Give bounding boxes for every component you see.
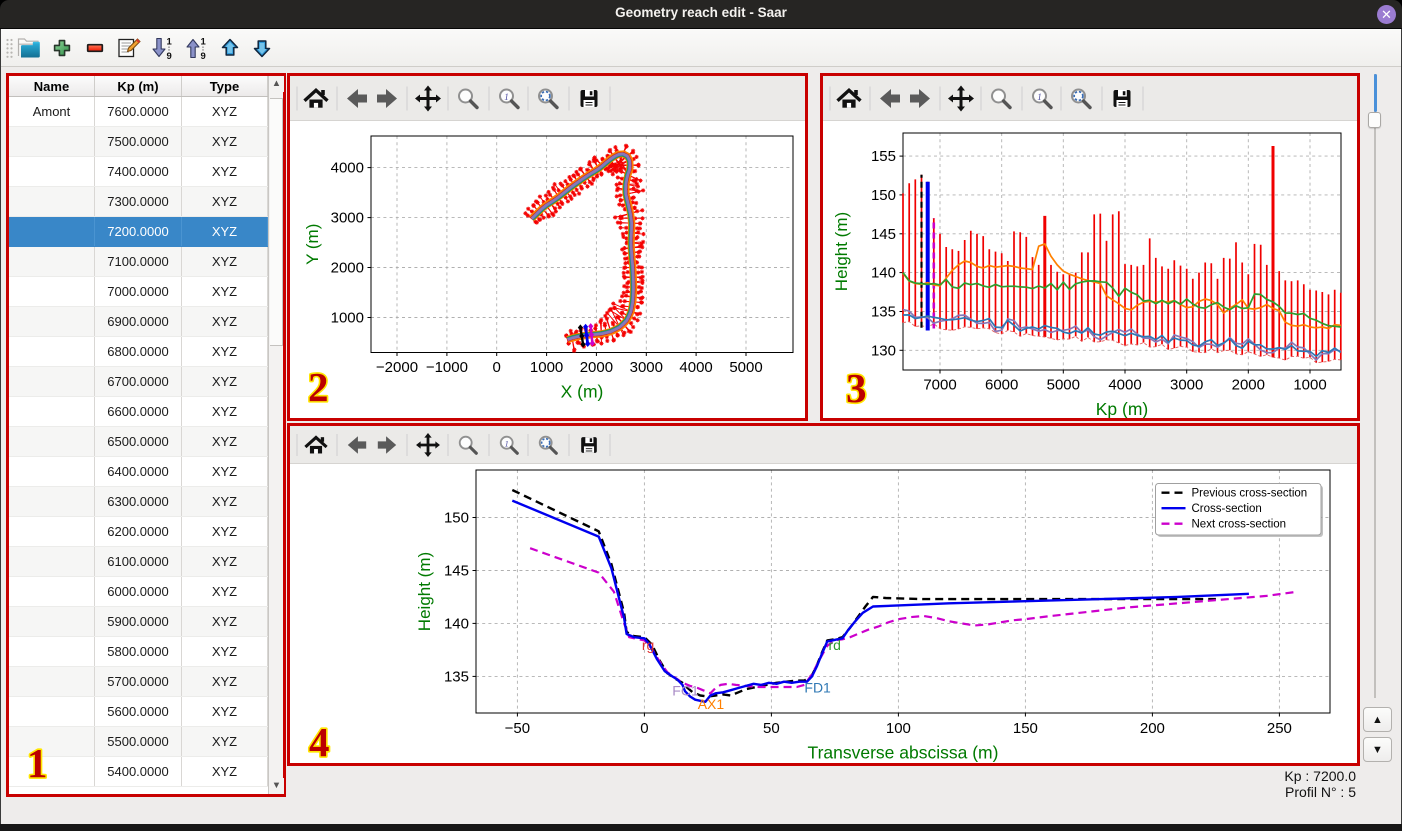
svg-text:3000: 3000 [331, 210, 364, 227]
svg-text:140: 140 [444, 615, 469, 632]
svg-text:4000: 4000 [679, 359, 712, 376]
svg-text:145: 145 [444, 563, 469, 580]
svg-text:3000: 3000 [630, 359, 663, 376]
svg-text:50: 50 [763, 720, 780, 737]
svg-text:Height (m): Height (m) [832, 212, 851, 291]
svg-text:1: 1 [201, 37, 207, 48]
svg-text:4000: 4000 [331, 160, 364, 177]
svg-text:135: 135 [871, 304, 896, 321]
svg-text:5000: 5000 [729, 359, 762, 376]
svg-text:−2000: −2000 [376, 359, 418, 376]
svg-text:X (m): X (m) [561, 382, 604, 402]
svg-text:−50: −50 [505, 720, 530, 737]
svg-text:2000: 2000 [331, 260, 364, 277]
svg-text:9: 9 [201, 51, 206, 62]
svg-text:1: 1 [27, 740, 48, 786]
svg-text:Next cross-section: Next cross-section [1192, 519, 1287, 531]
svg-text:Height (m): Height (m) [415, 552, 434, 631]
svg-text:1: 1 [504, 92, 509, 102]
svg-text:rg: rg [642, 637, 654, 653]
svg-text:rd: rd [829, 637, 841, 653]
svg-text:7000: 7000 [923, 377, 956, 394]
svg-text:150: 150 [444, 510, 469, 527]
svg-text:155: 155 [871, 148, 896, 165]
svg-text:Kp (m): Kp (m) [1096, 399, 1149, 418]
svg-text:1: 1 [167, 37, 173, 48]
svg-text:1000: 1000 [530, 359, 563, 376]
svg-text:2000: 2000 [1232, 377, 1265, 394]
svg-text:4: 4 [309, 719, 330, 765]
svg-text:Y (m): Y (m) [303, 224, 322, 265]
svg-text:3: 3 [846, 365, 867, 411]
svg-text:5000: 5000 [1047, 377, 1080, 394]
svg-text:AX1: AX1 [698, 696, 725, 712]
svg-text:−1000: −1000 [426, 359, 468, 376]
svg-text:145: 145 [871, 226, 896, 243]
svg-text:0: 0 [640, 720, 648, 737]
svg-text:FC1: FC1 [672, 683, 699, 699]
svg-text:200: 200 [1140, 720, 1165, 737]
svg-text:3000: 3000 [1170, 377, 1203, 394]
svg-text:Transverse abscissa (m): Transverse abscissa (m) [808, 743, 999, 763]
svg-text:135: 135 [444, 668, 469, 685]
svg-text:150: 150 [1013, 720, 1038, 737]
svg-text:Previous cross-section: Previous cross-section [1192, 488, 1308, 500]
svg-text:140: 140 [871, 265, 896, 282]
svg-text:2: 2 [308, 364, 329, 410]
svg-text:9: 9 [167, 51, 172, 62]
svg-text:FD1: FD1 [804, 679, 831, 695]
svg-text:1: 1 [505, 439, 509, 448]
svg-text:0: 0 [493, 359, 501, 376]
svg-text:1000: 1000 [331, 310, 364, 327]
svg-text:Cross-section: Cross-section [1192, 503, 1262, 515]
svg-text:150: 150 [871, 187, 896, 204]
svg-text:2000: 2000 [580, 359, 613, 376]
svg-text:1: 1 [1037, 92, 1042, 102]
svg-text:100: 100 [886, 720, 911, 737]
svg-text:4000: 4000 [1108, 377, 1141, 394]
svg-text:1000: 1000 [1293, 377, 1326, 394]
svg-text:250: 250 [1267, 720, 1292, 737]
svg-text:6000: 6000 [985, 377, 1018, 394]
